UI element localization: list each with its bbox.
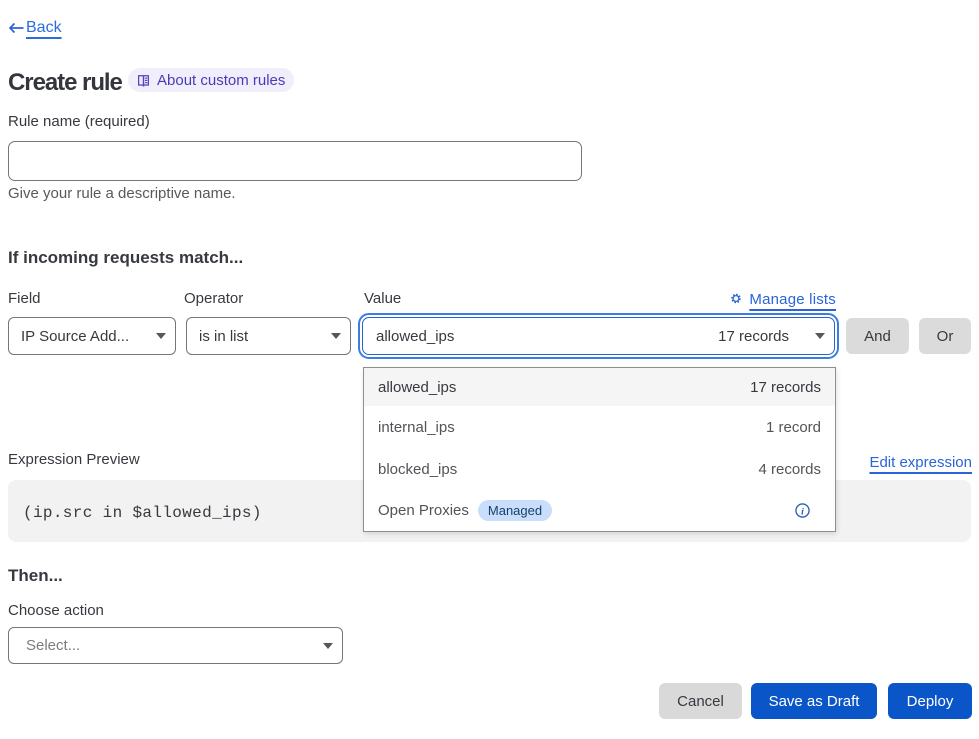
- svg-text:i: i: [801, 506, 804, 517]
